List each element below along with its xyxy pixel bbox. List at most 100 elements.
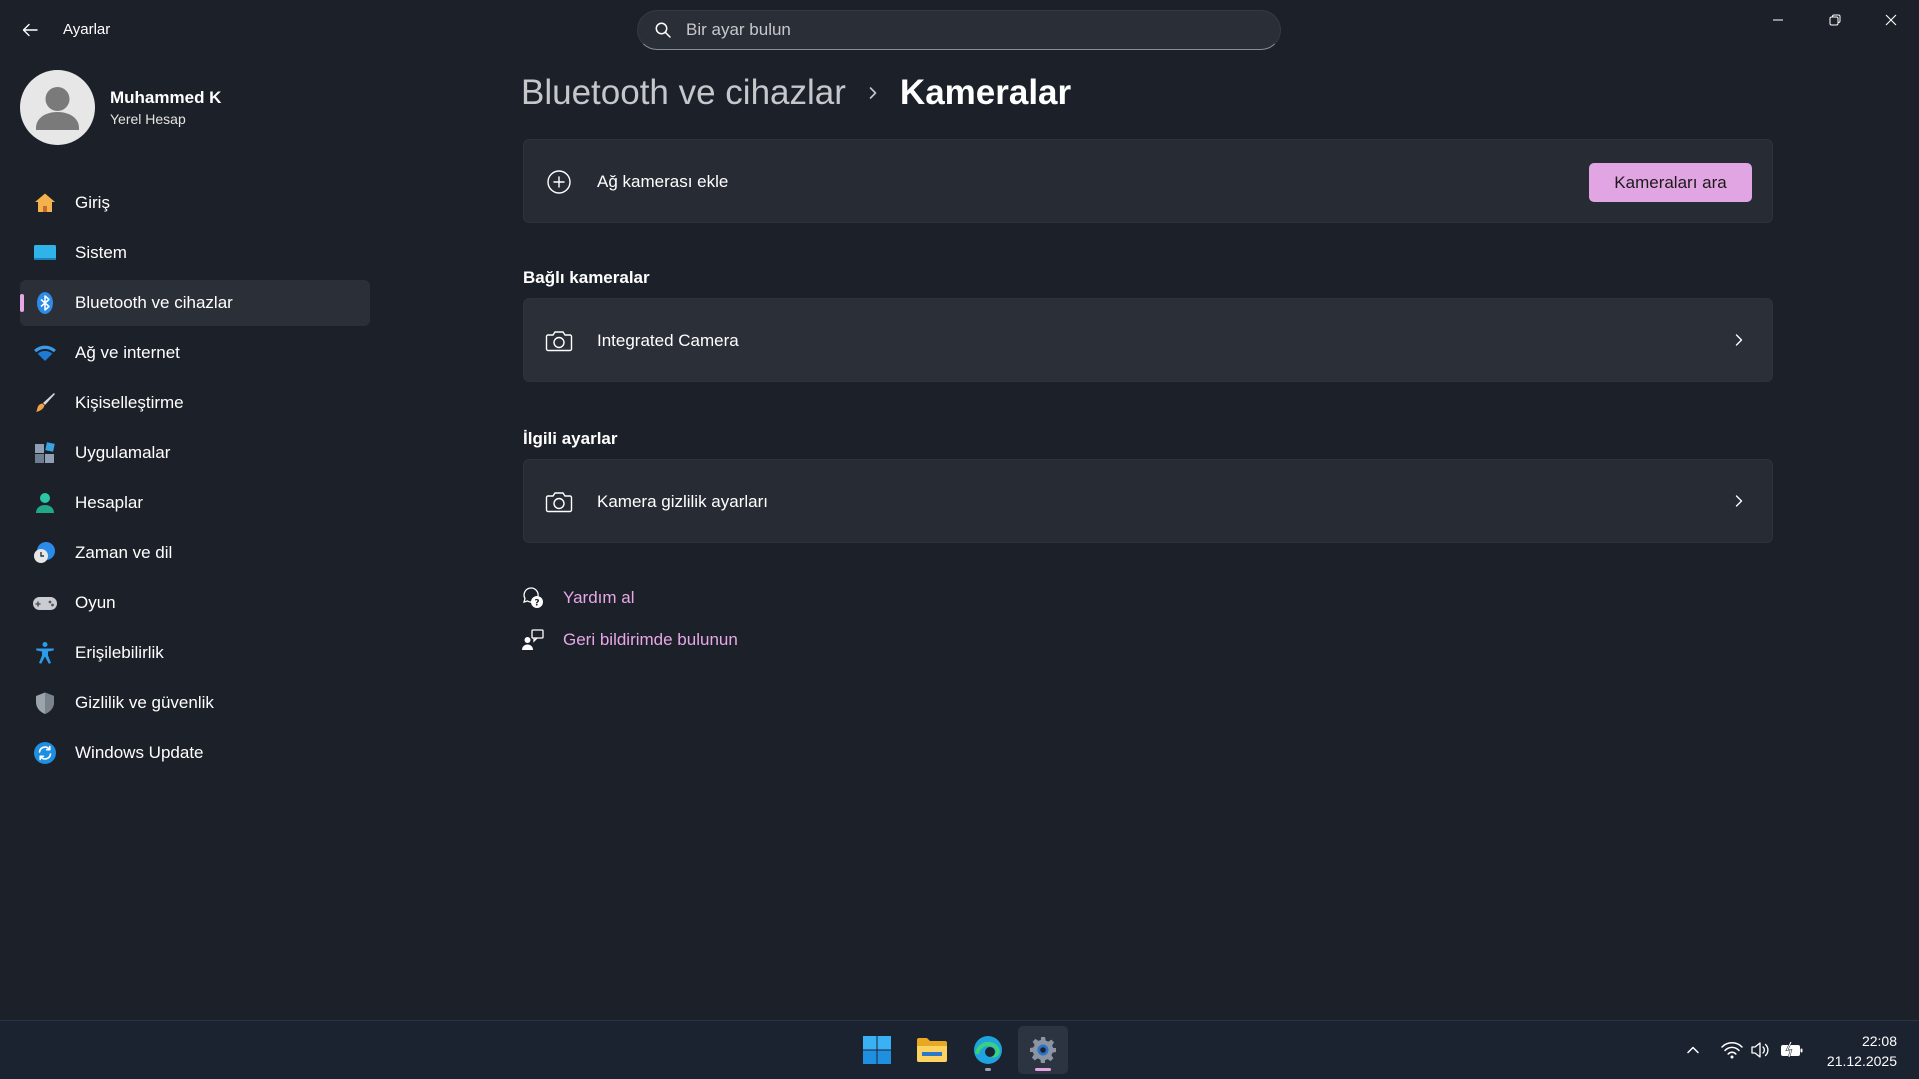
volume-tray-button[interactable]: [1748, 1038, 1772, 1062]
search-cameras-button[interactable]: Kameraları ara: [1589, 163, 1752, 202]
camera-icon: [544, 487, 574, 517]
help-chat-icon: ?: [521, 586, 545, 610]
sidebar-item-label: Giriş: [75, 193, 110, 212]
sidebar-item-home[interactable]: Giriş: [20, 180, 370, 226]
taskbar-clock[interactable]: 22:08 21.12.2025: [1827, 1031, 1897, 1071]
sidebar-item-label: Ağ ve internet: [75, 343, 180, 362]
feedback-link-row[interactable]: Geri bildirimde bulunun: [521, 628, 738, 652]
add-circle-icon: [544, 167, 574, 197]
network-tray-button[interactable]: [1720, 1038, 1744, 1062]
folder-icon: [917, 1038, 947, 1062]
sidebar-item-label: Uygulamalar: [75, 443, 171, 462]
running-indicator: [985, 1068, 991, 1071]
gear-icon: [1030, 1037, 1056, 1063]
gamepad-icon: [32, 590, 58, 616]
related-settings-heading: İlgili ayarlar: [523, 429, 618, 448]
sidebar-item-bluetooth[interactable]: Bluetooth ve cihazlar: [20, 280, 370, 326]
close-button[interactable]: [1862, 0, 1919, 40]
camera-privacy-settings-row[interactable]: Kamera gizlilik ayarları: [523, 459, 1773, 543]
search-icon: [655, 22, 671, 38]
chevron-up-icon: [1687, 1046, 1699, 1054]
chevron-right-icon: [1728, 490, 1750, 512]
sidebar-item-accounts[interactable]: Hesaplar: [20, 480, 370, 526]
profile-account-type: Yerel Hesap: [110, 111, 186, 127]
battery-tray-button[interactable]: [1780, 1038, 1804, 1062]
sidebar-item-apps[interactable]: Uygulamalar: [20, 430, 370, 476]
search-box[interactable]: Bir ayar bulun: [637, 10, 1281, 50]
camera-name: Integrated Camera: [597, 331, 739, 350]
integrated-camera-row[interactable]: Integrated Camera: [523, 298, 1773, 382]
sidebar-item-accessibility[interactable]: Erişilebilirlik: [20, 630, 370, 676]
back-arrow-icon: [22, 23, 38, 37]
taskbar-file-explorer[interactable]: [907, 1026, 957, 1074]
taskbar-edge-browser[interactable]: [963, 1026, 1013, 1074]
page-title: Kameralar: [899, 73, 1072, 112]
title-bar: Ayarlar Bir ayar bulun: [0, 0, 1919, 60]
active-app-indicator: [1035, 1068, 1051, 1071]
windows-logo-icon: [863, 1036, 891, 1064]
close-icon: [1885, 14, 1896, 26]
sidebar-item-label: Hesaplar: [75, 493, 144, 512]
apps-icon: [32, 440, 58, 466]
active-indicator: [20, 294, 24, 312]
sidebar-item-label: Windows Update: [75, 743, 204, 762]
home-icon: [32, 190, 58, 216]
breadcrumb-parent-link[interactable]: Bluetooth ve cihazlar: [521, 73, 846, 113]
back-button[interactable]: [16, 16, 44, 44]
chevron-right-icon: [1728, 329, 1750, 351]
avatar[interactable]: [20, 70, 95, 145]
sidebar-item-windows-update[interactable]: Windows Update: [20, 730, 370, 776]
sidebar-item-system[interactable]: Sistem: [20, 230, 370, 276]
edge-browser-icon: [974, 1036, 1002, 1064]
sidebar-item-time-language[interactable]: Zaman ve dil: [20, 530, 370, 576]
add-camera-label: Ağ kamerası ekle: [597, 172, 729, 191]
sidebar-item-label: Erişilebilirlik: [75, 643, 164, 662]
svg-text:?: ?: [534, 599, 539, 609]
help-link[interactable]: Yardım al: [563, 588, 635, 608]
feedback-link[interactable]: Geri bildirimde bulunun: [563, 630, 738, 650]
person-placeholder-icon: [36, 87, 79, 130]
taskbar-settings-app[interactable]: [1018, 1026, 1068, 1074]
sidebar-item-privacy[interactable]: Gizlilik ve güvenlik: [20, 680, 370, 726]
wifi-icon: [32, 340, 58, 366]
breadcrumb: Bluetooth ve cihazlar Kameralar: [521, 71, 1071, 115]
update-sync-icon: [32, 740, 58, 766]
person-icon: [32, 490, 58, 516]
taskbar: 22:08 21.12.2025: [0, 1020, 1919, 1079]
show-hidden-icons-button[interactable]: [1681, 1038, 1705, 1062]
clock-globe-icon: [32, 540, 58, 566]
wifi-tray-icon: [1721, 1042, 1743, 1059]
sidebar-item-personalization[interactable]: Kişiselleştirme: [20, 380, 370, 426]
profile-name: Muhammed K: [110, 88, 222, 107]
speaker-icon: [1751, 1042, 1769, 1058]
sidebar-item-label: Bluetooth ve cihazlar: [75, 293, 233, 312]
bluetooth-icon: [32, 290, 58, 316]
restore-icon: [1829, 14, 1840, 26]
sidebar-item-label: Zaman ve dil: [75, 543, 173, 562]
camera-icon: [544, 326, 574, 356]
sidebar-item-network[interactable]: Ağ ve internet: [20, 330, 370, 376]
battery-charging-icon: [1781, 1041, 1803, 1058]
sidebar-item-gaming[interactable]: Oyun: [20, 580, 370, 626]
feedback-person-icon: [521, 628, 545, 652]
search-input[interactable]: Bir ayar bulun: [686, 20, 791, 40]
help-link-row[interactable]: ? Yardım al: [521, 586, 635, 610]
shield-icon: [32, 690, 58, 716]
clock-time: 22:08: [1861, 1033, 1897, 1049]
minimize-button[interactable]: [1749, 0, 1806, 40]
privacy-settings-label: Kamera gizlilik ayarları: [597, 492, 768, 511]
add-network-camera-card: Ağ kamerası ekle Kameraları ara: [523, 139, 1773, 223]
clock-date: 21.12.2025: [1826, 1053, 1897, 1069]
sidebar-item-label: Oyun: [75, 593, 116, 612]
app-title: Ayarlar: [63, 21, 111, 38]
minimize-icon: [1772, 19, 1783, 21]
system-display-icon: [32, 240, 58, 266]
sidebar-item-label: Kişiselleştirme: [75, 393, 184, 412]
restore-button[interactable]: [1806, 0, 1863, 40]
settings-window: Ayarlar Bir ayar bulun Muhammed K Yerel …: [0, 0, 1919, 1020]
paintbrush-icon: [32, 390, 58, 416]
connected-cameras-heading: Bağlı kameralar: [523, 268, 650, 287]
taskbar-start-button[interactable]: [852, 1026, 902, 1074]
sidebar-item-label: Gizlilik ve güvenlik: [75, 693, 214, 712]
chevron-right-icon: [866, 86, 880, 100]
